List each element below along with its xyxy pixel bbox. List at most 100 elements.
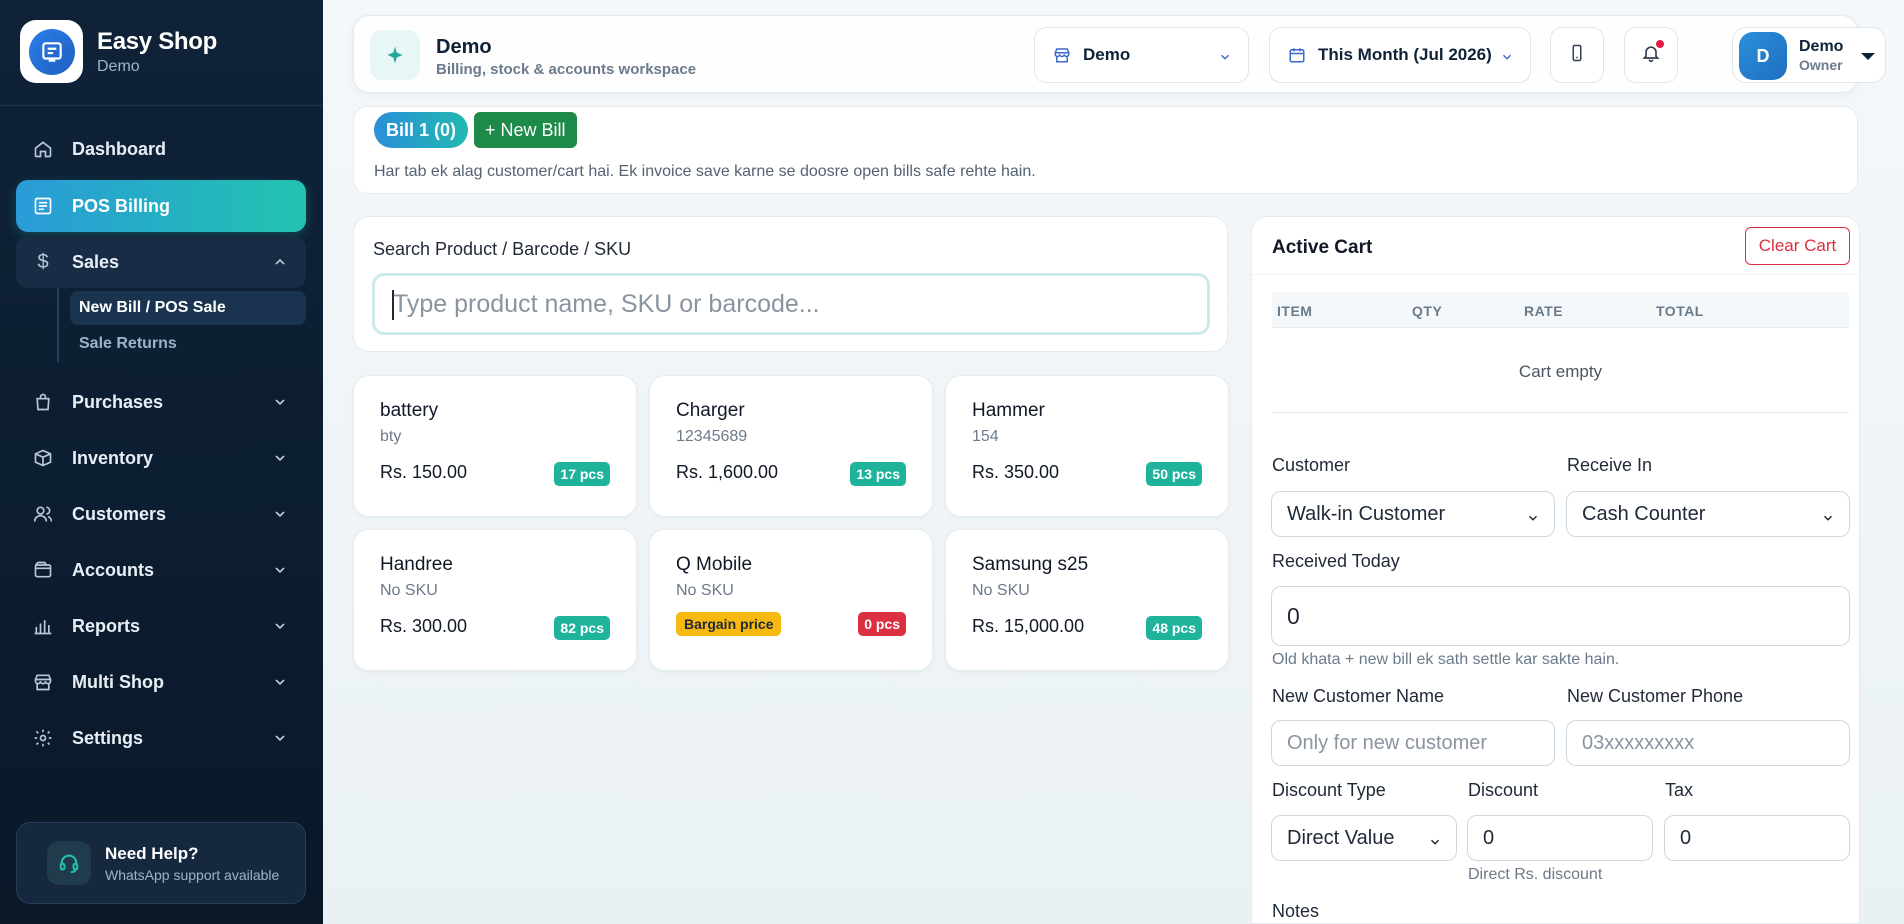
receive-in-label: Receive In: [1567, 455, 1653, 475]
sidebar-item-customers[interactable]: Customers: [16, 488, 306, 540]
received-today-label: Received Today: [1272, 551, 1400, 571]
topbar: Demo Billing, stock & accounts workspace…: [353, 15, 1886, 93]
period-select[interactable]: This Month (Jul 2026): [1269, 27, 1531, 83]
notes-label: Notes: [1272, 901, 1320, 921]
stock-badge: 17 pcs: [554, 462, 610, 486]
divider: [1252, 274, 1859, 275]
brand-subtitle: Demo: [97, 57, 140, 75]
brand[interactable]: Easy Shop Demo: [20, 20, 217, 83]
column-header: QTY: [1412, 303, 1443, 319]
product-card[interactable]: Handree No SKU Rs. 300.00 82 pcs: [353, 529, 637, 671]
chevron-down-icon: [272, 674, 288, 695]
box-icon: [32, 447, 54, 469]
customer-select[interactable]: Walk-in Customer: [1271, 491, 1555, 537]
gear-icon: [32, 727, 54, 749]
discount-type-value: Direct Value: [1287, 826, 1395, 849]
sidebar-item-label: Dashboard: [72, 138, 167, 159]
main-content: Demo Billing, stock & accounts workspace…: [323, 0, 1904, 924]
sidebar-item-settings[interactable]: Settings: [16, 712, 306, 764]
sidebar-item-dashboard[interactable]: Dashboard: [16, 123, 306, 175]
sidebar-item-purchases[interactable]: Purchases: [16, 376, 306, 428]
discount-input[interactable]: [1467, 815, 1653, 861]
product-price: Rs. 15,000.00: [972, 616, 1085, 636]
store-icon: [32, 671, 54, 693]
new-bill-button[interactable]: + New Bill: [474, 112, 577, 148]
received-hint: Old khata + new bill ek sath settle kar …: [1272, 651, 1620, 668]
received-today-input[interactable]: [1271, 586, 1850, 646]
tax-label: Tax: [1665, 780, 1694, 800]
chevron-down-icon: [1218, 49, 1232, 69]
bar-chart-icon: [32, 615, 54, 637]
discount-type-select[interactable]: Direct Value: [1271, 815, 1457, 861]
sidebar-subitem-new-bill[interactable]: New Bill / POS Sale: [70, 291, 306, 325]
column-header: TOTAL: [1656, 303, 1704, 319]
column-header: RATE: [1524, 303, 1564, 319]
help-card[interactable]: Need Help? WhatsApp support available: [16, 822, 306, 904]
mobile-view-button[interactable]: [1550, 27, 1604, 83]
product-card[interactable]: Samsung s25 No SKU Rs. 15,000.00 48 pcs: [945, 529, 1229, 671]
new-customer-name-input[interactable]: [1271, 720, 1555, 766]
sidebar-item-label: POS Billing: [72, 195, 171, 216]
chevron-down-icon: [1526, 508, 1540, 531]
product-search-input[interactable]: [372, 273, 1210, 335]
column-header: ITEM: [1277, 303, 1313, 319]
product-card[interactable]: Q Mobile No SKU Bargain price 0 pcs: [649, 529, 933, 671]
text-cursor: [392, 290, 394, 320]
period-select-value: This Month (Jul 2026): [1318, 45, 1492, 64]
product-card[interactable]: battery bty Rs. 150.00 17 pcs: [353, 375, 637, 517]
help-title: Need Help?: [105, 843, 199, 863]
product-name: Samsung s25: [972, 554, 1089, 575]
customer-label: Customer: [1272, 455, 1351, 475]
bill-note: Har tab ek alag customer/cart hai. Ek in…: [374, 163, 1036, 180]
sidebar-subitem-sale-returns[interactable]: Sale Returns: [70, 327, 306, 361]
user-menu[interactable]: D Demo Owner: [1732, 27, 1886, 83]
clear-cart-button[interactable]: Clear Cart: [1745, 227, 1850, 265]
chevron-down-icon: [272, 506, 288, 527]
new-customer-phone-input[interactable]: [1566, 720, 1850, 766]
sidebar-item-sales[interactable]: $ Sales: [16, 236, 306, 288]
submenu-line: [57, 288, 59, 362]
product-search-card: Search Product / Barcode / SKU: [353, 216, 1228, 352]
sidebar-item-reports[interactable]: Reports: [16, 600, 306, 652]
notification-dot: [1656, 40, 1664, 48]
sidebar-item-label: Accounts: [72, 559, 155, 580]
stock-badge: 50 pcs: [1146, 462, 1202, 486]
cart-table-header: ITEM QTY RATE TOTAL: [1272, 292, 1849, 328]
chevron-down-icon: [272, 562, 288, 583]
bargain-badge: Bargain price: [676, 612, 782, 636]
phone-icon: [1568, 43, 1586, 68]
divider: [0, 105, 323, 106]
search-label: Search Product / Barcode / SKU: [373, 239, 632, 259]
shop-select[interactable]: Demo: [1034, 27, 1249, 83]
receive-in-select[interactable]: Cash Counter: [1566, 491, 1850, 537]
product-sku: bty: [380, 428, 402, 445]
product-sku: 154: [972, 428, 999, 445]
product-card[interactable]: Hammer 154 Rs. 350.00 50 pcs: [945, 375, 1229, 517]
notifications-button[interactable]: [1624, 27, 1678, 83]
bill-tab[interactable]: Bill 1 (0): [374, 112, 469, 148]
bag-icon: [32, 391, 54, 413]
sidebar-item-multi-shop[interactable]: Multi Shop: [16, 656, 306, 708]
divider: [1272, 412, 1849, 413]
sidebar-item-label: Customers: [72, 503, 167, 524]
product-card[interactable]: Charger 12345689 Rs. 1,600.00 13 pcs: [649, 375, 933, 517]
sparkle-icon: [370, 30, 420, 80]
sidebar-item-inventory[interactable]: Inventory: [16, 432, 306, 484]
caret-down-icon: [1861, 53, 1875, 60]
page-subtitle: Billing, stock & accounts workspace: [436, 61, 697, 78]
wallet-icon: [32, 559, 54, 581]
product-sku: No SKU: [676, 582, 734, 599]
sidebar-item-label: Reports: [72, 615, 141, 636]
tax-input[interactable]: [1664, 815, 1850, 861]
sidebar-item-accounts[interactable]: Accounts: [16, 544, 306, 596]
product-sku: 12345689: [676, 428, 748, 445]
users-icon: [32, 503, 54, 525]
chevron-down-icon: [272, 394, 288, 415]
product-price: Rs. 350.00: [972, 462, 1060, 482]
discount-hint: Direct Rs. discount: [1468, 866, 1603, 883]
stock-badge: 82 pcs: [554, 616, 610, 640]
chevron-up-icon: [272, 254, 288, 275]
sidebar-item-label: Sales: [72, 251, 120, 272]
product-name: Q Mobile: [676, 554, 753, 575]
sidebar-item-pos-billing[interactable]: POS Billing: [16, 180, 306, 232]
